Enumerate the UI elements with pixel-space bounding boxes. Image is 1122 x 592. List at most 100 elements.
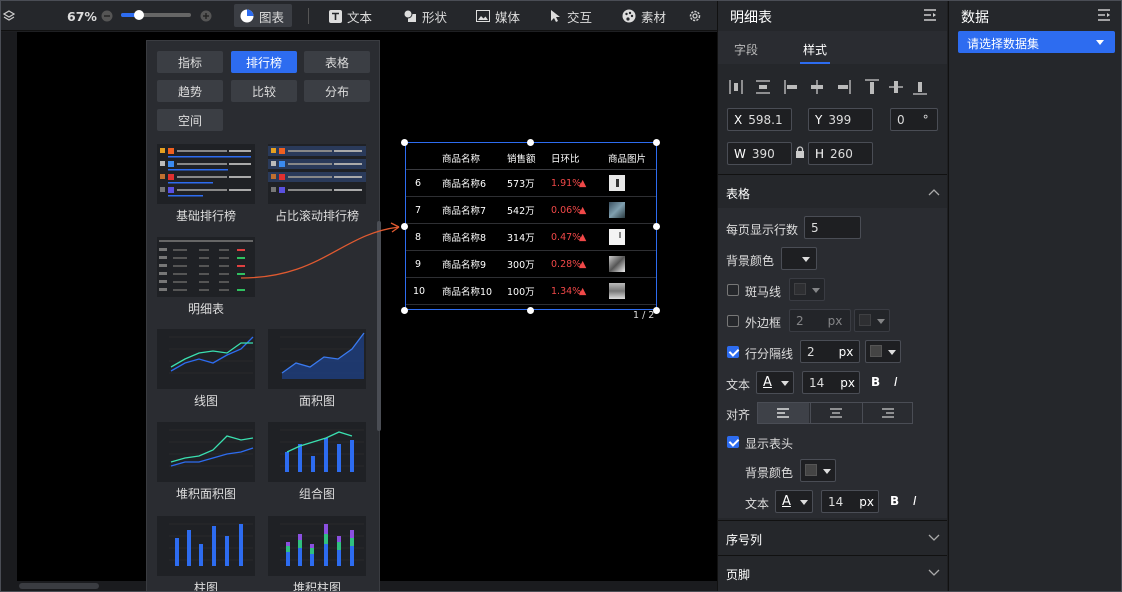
header-bold-button[interactable]: B [890, 494, 899, 508]
resize-handle-br[interactable] [653, 307, 660, 314]
chevron-down-icon [928, 534, 940, 541]
section-table-header[interactable]: 表格 [718, 174, 947, 208]
section-index-column[interactable]: 序号列 [718, 520, 947, 554]
section-footer[interactable]: 页脚 [718, 555, 947, 589]
row-name: 商品名称7 [442, 206, 487, 217]
row-sales: 573万 [507, 179, 535, 190]
border-checkbox[interactable] [727, 315, 739, 327]
chevron-down-icon [802, 257, 810, 262]
resize-handle-bl[interactable] [401, 307, 408, 314]
thumb-label-combo-chart: 组合图 [298, 487, 335, 501]
chevron-down-icon [888, 350, 896, 355]
resize-handle-tr[interactable] [653, 139, 660, 146]
header-italic-button[interactable]: I [913, 494, 917, 508]
media-tool[interactable]: 媒体 [476, 1, 520, 31]
rows-per-page-input[interactable]: 5 [804, 216, 861, 239]
resize-handle-tl[interactable] [401, 139, 408, 146]
align-toolbar [729, 79, 927, 95]
category-trend[interactable]: 趋势 [157, 80, 223, 102]
material-tool[interactable]: 素材 [622, 1, 666, 31]
category-compare[interactable]: 比较 [231, 80, 297, 102]
category-distribution[interactable]: 分布 [304, 80, 370, 102]
rotation-input[interactable]: 0 ° [890, 108, 938, 131]
settings-icon[interactable] [688, 1, 702, 31]
zoom-slider-thumb[interactable] [134, 10, 144, 20]
layers-icon[interactable] [3, 1, 15, 31]
italic-button[interactable]: I [894, 375, 898, 389]
width-input[interactable]: W 390 [727, 142, 792, 165]
resize-handle-l[interactable] [401, 223, 408, 230]
table-pager[interactable]: 1 / 2 [633, 310, 654, 321]
text-color-picker[interactable]: A [756, 371, 794, 394]
zoom-level: 67% [67, 8, 97, 24]
top-toolbar: 67% 图表 文本 形状 媒体 交互 素材 [1, 1, 717, 31]
category-indicator[interactable]: 指标 [157, 51, 223, 73]
distribute-v-icon [756, 80, 770, 94]
show-header-checkbox[interactable] [727, 436, 739, 448]
dataset-select[interactable]: 请选择数据集 [958, 31, 1115, 53]
row-separator-color-picker[interactable] [865, 340, 901, 363]
thumb-area-chart[interactable] [268, 329, 366, 389]
thumb-combo-chart[interactable] [268, 422, 366, 482]
x-input[interactable]: X 598.1 [727, 108, 792, 131]
category-space[interactable]: 空间 [157, 109, 223, 131]
y-input[interactable]: Y 399 [808, 108, 873, 131]
zoom-slider[interactable] [121, 10, 191, 20]
resize-handle-r[interactable] [653, 223, 660, 230]
color-swatch [805, 464, 817, 476]
header-font-size-input[interactable]: 14 px [821, 490, 879, 513]
border-color-picker[interactable] [854, 309, 890, 332]
tab-field[interactable]: 字段 [734, 41, 758, 58]
align-group [757, 402, 913, 424]
category-ranking[interactable]: 排行榜 [231, 51, 297, 73]
row-pct: 0.28% [551, 258, 582, 270]
thumb-stacked-bar-chart[interactable] [268, 516, 366, 576]
header-text-color-picker[interactable]: A [775, 490, 813, 513]
horizontal-scrollbar[interactable] [19, 583, 99, 589]
height-input[interactable]: H 260 [808, 142, 873, 165]
thumb-ratio-scroll-ranking[interactable] [268, 144, 366, 204]
product-image [609, 256, 625, 272]
detail-table-widget[interactable]: 商品名称 销售额 日环比 商品图片 6 商品名称6 573万 1.91% ▲ 7… [405, 142, 657, 310]
resize-handle-b[interactable] [527, 307, 534, 314]
thumb-line-chart[interactable] [157, 329, 255, 389]
thumb-stacked-area-chart[interactable] [157, 422, 255, 482]
thumb-label-area-chart: 面积图 [298, 394, 335, 408]
text-align-left-button[interactable] [758, 403, 809, 423]
bold-button[interactable]: B [871, 375, 880, 389]
product-image [609, 283, 625, 299]
text-tool[interactable]: 文本 [329, 1, 372, 31]
zebra-color-picker[interactable] [789, 278, 825, 301]
font-size-input[interactable]: 14 px [802, 371, 860, 394]
zoom-out-icon[interactable] [101, 1, 113, 31]
shape-tool[interactable]: 形状 [403, 1, 447, 31]
distribute-h-icon [729, 80, 743, 94]
row-separator-checkbox[interactable] [727, 346, 739, 358]
chart-tool[interactable]: 图表 [240, 1, 284, 31]
text-align-center-button[interactable] [810, 403, 861, 423]
px-unit: px [859, 494, 874, 509]
row-pct: 0.47% [551, 231, 582, 243]
category-table[interactable]: 表格 [304, 51, 370, 73]
section-footer-title: 页脚 [726, 568, 751, 582]
zoom-in-icon[interactable] [200, 1, 212, 31]
border-width-input[interactable]: 2 px [789, 309, 851, 332]
align-middle-icon [889, 81, 903, 93]
thumb-bar-chart[interactable] [157, 516, 255, 576]
chevron-down-icon [1096, 40, 1104, 45]
row-separator-width-input[interactable]: 2 px [800, 340, 860, 363]
tab-style[interactable]: 样式 [803, 41, 827, 58]
thumb-basic-ranking[interactable] [157, 144, 255, 204]
interact-tool[interactable]: 交互 [549, 1, 592, 31]
zebra-checkbox[interactable] [727, 284, 739, 296]
bg-color-picker[interactable] [781, 247, 817, 270]
collapse-data-panel-icon[interactable] [1097, 8, 1111, 25]
bg-color-label: 背景颜色 [726, 254, 775, 268]
text-align-right-button[interactable] [862, 403, 913, 423]
header-bg-picker[interactable] [800, 459, 836, 482]
lock-icon[interactable] [795, 146, 805, 162]
resize-handle-t[interactable] [527, 139, 534, 146]
data-panel-title: 数据 [961, 10, 989, 26]
row-pct: 1.34% [551, 285, 582, 297]
collapse-panel-icon[interactable] [923, 8, 937, 25]
